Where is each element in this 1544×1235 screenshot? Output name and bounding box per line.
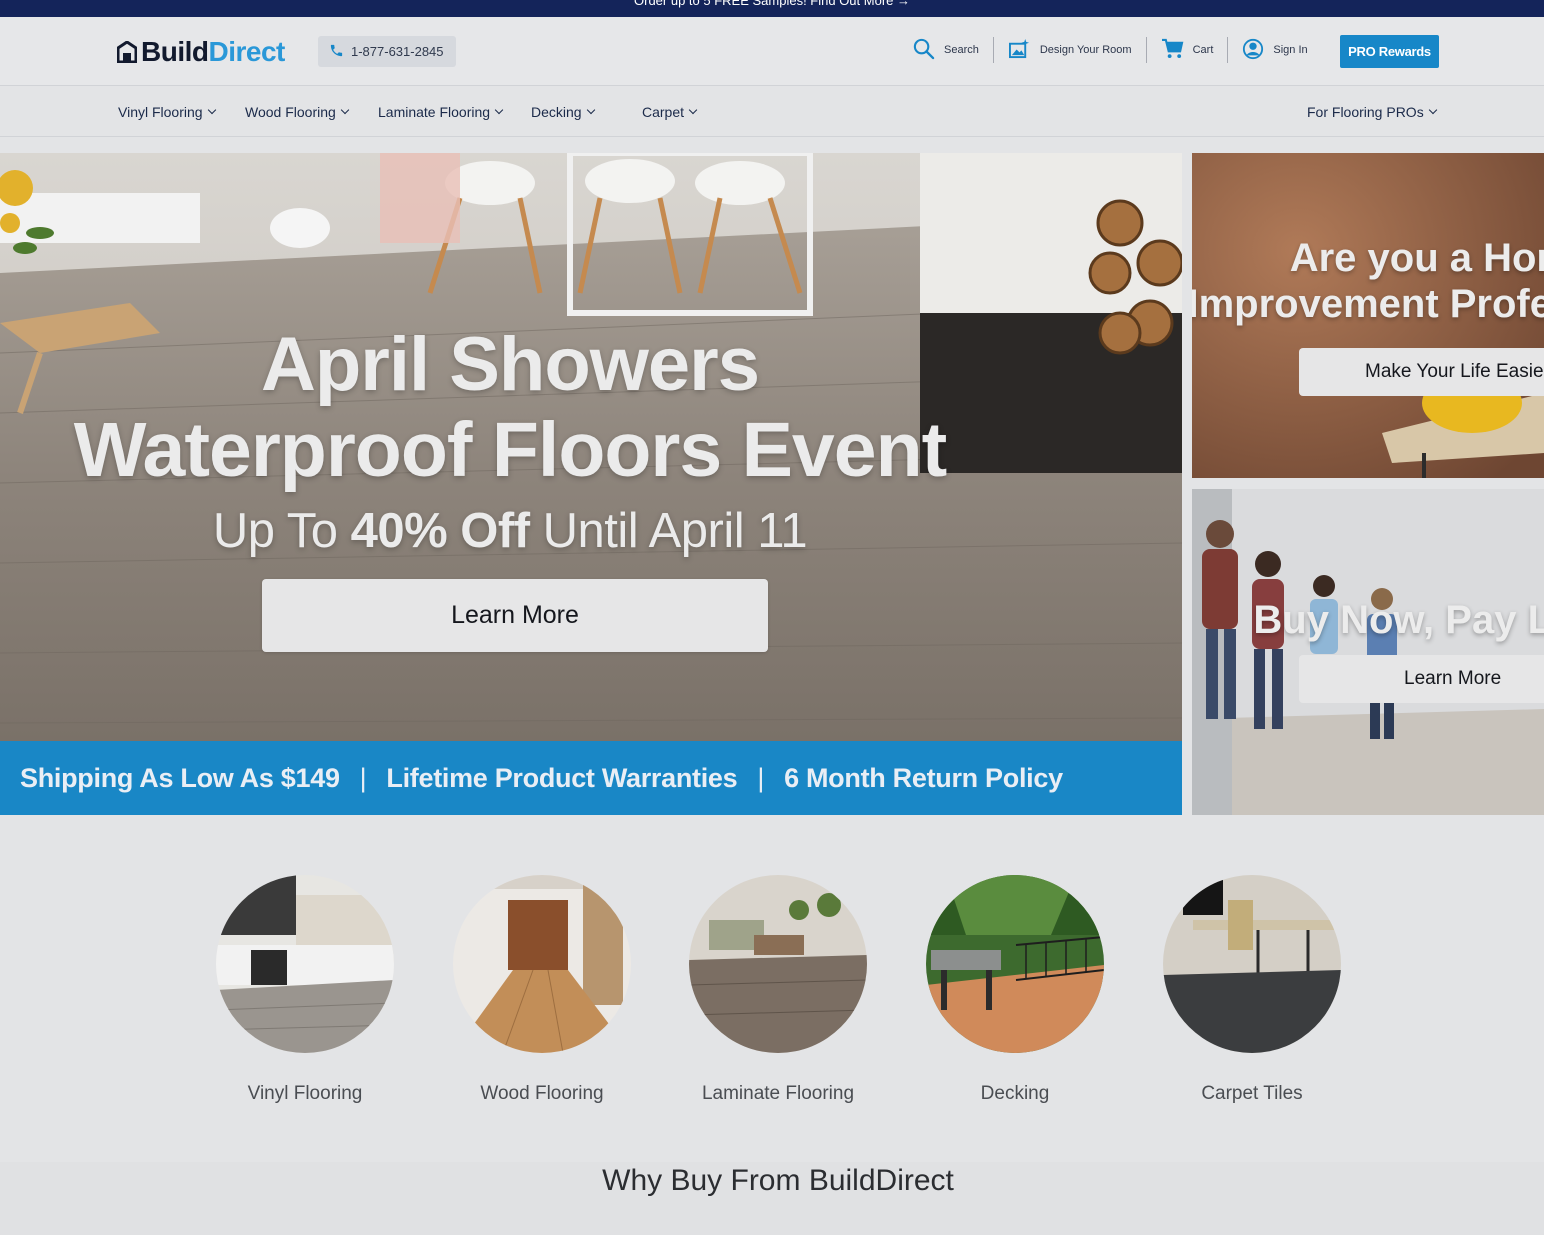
nav-label: For Flooring PROs — [1307, 104, 1424, 120]
promo-bar[interactable]: Order up to 5 FREE Samples! Find Out Mor… — [0, 0, 1544, 17]
nav-label: Laminate Flooring — [378, 104, 491, 120]
financing-learn-more-button[interactable]: Learn More — [1299, 655, 1544, 703]
nav-item-laminate-flooring[interactable]: Laminate Flooring — [378, 104, 504, 120]
divider — [992, 37, 994, 63]
category-image — [453, 875, 631, 1053]
nav-item-decking[interactable]: Decking — [531, 104, 595, 120]
family-image — [1192, 489, 1544, 815]
nav-label: Wood Flooring — [245, 104, 336, 120]
cart-label: Cart — [1192, 44, 1214, 56]
chevron-down-icon — [340, 105, 350, 115]
promo-text[interactable]: Order up to 5 FREE Samples! Find Out Mor… — [0, 0, 1544, 8]
main-nav: Vinyl Flooring Wood Flooring Laminate Fl… — [0, 87, 1544, 137]
search-label: Search — [944, 44, 979, 56]
category-laminate-flooring[interactable]: Laminate Flooring — [689, 875, 867, 1104]
financing-promo-card[interactable]: Buy Now, Pay L Learn More — [1192, 489, 1544, 815]
phone-icon — [329, 43, 344, 61]
category-image — [216, 875, 394, 1053]
pro-promo-card[interactable]: Are you a Hor Improvement Profe Make You… — [1192, 153, 1544, 478]
design-room-label: Design Your Room — [1039, 44, 1132, 56]
site-header: Build Direct 1-877-631-2845 Search Design… — [0, 17, 1544, 86]
value-separator: | — [359, 762, 367, 793]
sign-in-button[interactable]: Sign In — [1242, 38, 1308, 63]
user-icon — [1242, 38, 1264, 63]
logo-text-direct: Direct — [208, 36, 286, 67]
hero-title-line2: Waterproof Floors Event — [73, 407, 948, 493]
search-icon — [912, 37, 935, 63]
logo[interactable]: Build Direct — [117, 36, 285, 68]
hero-subtitle-discount: 40% Off — [350, 504, 530, 558]
hero-title-line1: April Showers — [261, 322, 760, 407]
category-label: Vinyl Flooring — [247, 1083, 363, 1104]
pro-promo-title-line1: Are you a Hor — [1289, 236, 1544, 280]
design-room-button[interactable]: Design Your Room — [1008, 38, 1132, 62]
nav-label: Decking — [531, 104, 582, 120]
nav-item-for-flooring-pros[interactable]: For Flooring PROs — [1307, 104, 1437, 120]
logo-text-build: Build — [141, 36, 209, 67]
hero-learn-more-button[interactable]: Learn More — [262, 579, 768, 652]
header-actions: Search Design Your Room Cart Sign In — [912, 37, 1308, 63]
pro-promo-title-line2: Improvement Profe — [1192, 282, 1544, 326]
financing-promo-title: Buy Now, Pay L — [1253, 598, 1544, 642]
chevron-down-icon — [688, 105, 698, 115]
divider — [1145, 37, 1147, 63]
nav-item-wood-flooring[interactable]: Wood Flooring — [245, 104, 350, 120]
why-buy-title: Why Buy From BuildDirect — [602, 1164, 954, 1197]
category-image — [1163, 875, 1341, 1053]
cart-icon — [1161, 38, 1184, 62]
nav-label: Carpet — [642, 104, 685, 120]
chevron-down-icon — [1428, 105, 1437, 115]
nav-label: Vinyl Flooring — [118, 104, 203, 120]
category-label: Decking — [980, 1083, 1050, 1104]
hero-subtitle-prefix: Up To — [212, 504, 351, 558]
category-image — [926, 875, 1104, 1053]
category-label: Wood Flooring — [480, 1083, 604, 1104]
design-room-icon — [1008, 38, 1031, 62]
logo-house-icon — [117, 41, 137, 63]
value-shipping: Shipping As Low As $149 — [20, 762, 340, 793]
make-life-easier-button[interactable]: Make Your Life Easier — [1299, 348, 1544, 396]
cart-button[interactable]: Cart — [1161, 38, 1214, 62]
divider — [1227, 37, 1229, 63]
category-image — [689, 875, 867, 1053]
value-warranty: Lifetime Product Warranties — [386, 762, 738, 793]
phone-number: 1-877-631-2845 — [351, 44, 444, 59]
pro-rewards-button[interactable]: PRO Rewards — [1340, 35, 1439, 68]
nav-item-vinyl-flooring[interactable]: Vinyl Flooring — [118, 104, 216, 120]
value-return-policy: 6 Month Return Policy — [784, 762, 1063, 793]
nav-item-carpet[interactable]: Carpet — [642, 104, 698, 120]
category-wood-flooring[interactable]: Wood Flooring — [453, 875, 631, 1104]
category-label: Laminate Flooring — [701, 1083, 855, 1104]
value-proposition-bar: Shipping As Low As $149 | Lifetime Produ… — [0, 741, 1182, 815]
category-label: Carpet Tiles — [1201, 1083, 1303, 1104]
category-decking[interactable]: Decking — [926, 875, 1104, 1104]
phone-link[interactable]: 1-877-631-2845 — [318, 36, 456, 67]
chevron-down-icon — [494, 105, 504, 115]
hero-subtitle: Up To 40% Off Until April 11 — [0, 503, 1020, 559]
category-carpet-tiles[interactable]: Carpet Tiles — [1163, 875, 1341, 1104]
sign-in-label: Sign In — [1273, 44, 1308, 56]
why-buy-section: Why Buy From BuildDirect — [0, 1162, 1544, 1235]
hero-banner[interactable]: April Showers Waterproof Floors Event Up… — [0, 153, 1182, 741]
search-button[interactable]: Search — [912, 37, 979, 63]
chevron-down-icon — [207, 105, 216, 115]
category-vinyl-flooring[interactable]: Vinyl Flooring — [216, 875, 394, 1104]
value-separator: | — [757, 762, 765, 793]
chevron-down-icon — [586, 105, 595, 115]
hero-subtitle-suffix: Until April 11 — [529, 504, 808, 558]
